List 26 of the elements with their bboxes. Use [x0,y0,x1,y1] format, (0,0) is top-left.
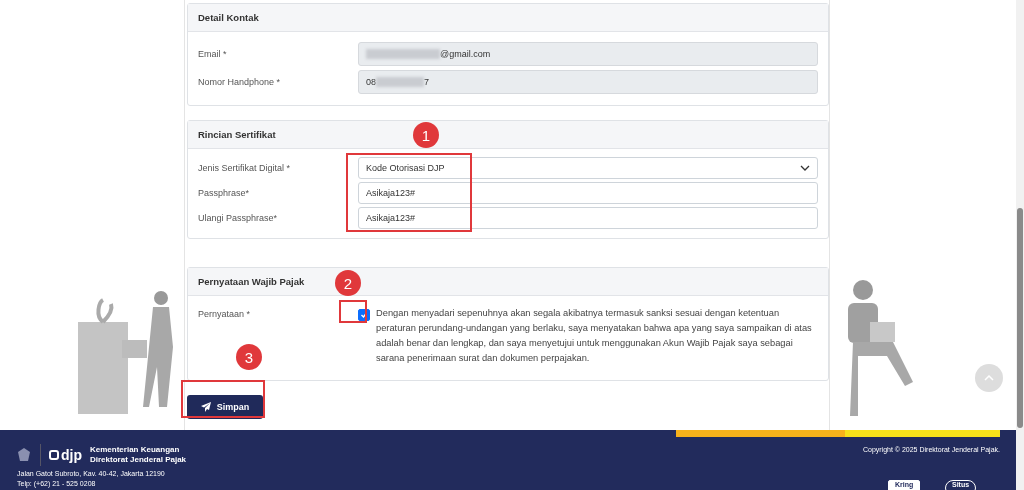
field-label: Passphrase* [198,188,251,198]
select-field[interactable]: Kode Otorisasi DJP [358,157,818,179]
chevron-down-icon [800,164,810,172]
field-value: 08 [366,77,376,87]
readonly-field[interactable]: @gmail.com [358,42,818,66]
field-label: Jenis Sertifikat Digital * [198,163,292,173]
input-field[interactable]: Asikaja123# [358,182,818,204]
djp-logo: djp [49,447,82,463]
send-icon [200,402,211,412]
chevron-up-icon [984,375,994,381]
field-label: Ulangi Passphrase* [198,213,279,223]
blurred-text [376,77,424,87]
field-label: Nomor Handphone * [198,77,282,87]
organization-name: Kementerian Keuangan Direktorat Jenderal Pajak [90,445,187,465]
field-label: Email * [198,49,228,59]
card-title: Detail Kontak [188,4,828,32]
checkmark-icon [360,311,368,319]
save-button[interactable]: Simpan [187,395,263,419]
statement-text: Dengan menyadari sepenuhnya akan segala akibatnya termasuk sanksi sesuai dengan ketentuan peraturan perundang-undangan yang berlaku, saya menyatakan bahwa apa yang saya sampaikan di atas adalah benar dan lengkap, dan saya menyetujui untuk menggunakan Akun Wajib Pajak saya sebagai sarana penerimaan surat dan dokumen perpajakan. [376,307,813,365]
readonly-field[interactable]: 08 7 [358,70,818,94]
field-value: 7 [424,77,430,87]
emblem-icon [16,447,32,463]
highlight-frame [339,300,367,323]
field-value: @gmail.com [440,49,491,59]
field-label: Pernyataan * [198,309,252,319]
input-field[interactable]: Asikaja123# [358,207,818,229]
